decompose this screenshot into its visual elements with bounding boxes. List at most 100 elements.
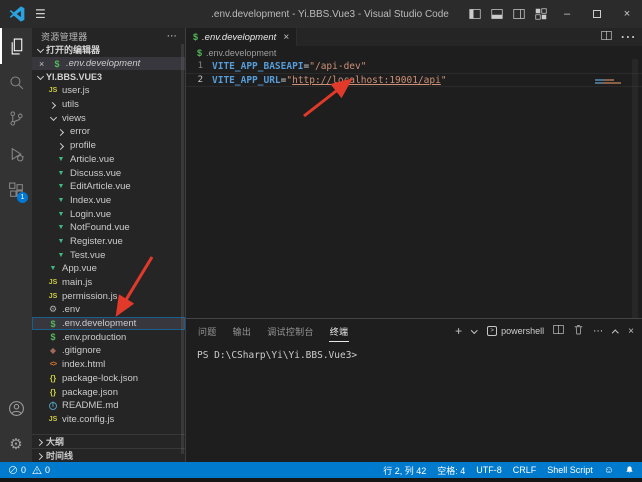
tree-item-Article.vue[interactable]: ▼Article.vue [32, 153, 185, 167]
tree-item-label: Test.vue [70, 250, 105, 261]
split-terminal-icon[interactable] [553, 324, 564, 338]
sidebar-title: 资源管理器 [41, 30, 88, 43]
toggle-secondary-sidebar-icon[interactable] [508, 0, 530, 28]
editor-more-actions-icon[interactable]: ⋯ [620, 27, 636, 47]
tree-item-.env.production[interactable]: $.env.production [32, 330, 185, 344]
vue-icon: ▼ [58, 197, 65, 204]
maximize-panel-icon[interactable] [612, 328, 619, 335]
open-editor-item[interactable]: × $ .env.development [32, 57, 185, 71]
minimize-button[interactable]: – [552, 0, 582, 28]
panel-tab-终端[interactable]: 终端 [329, 321, 350, 342]
minimap[interactable] [595, 79, 629, 85]
customize-layout-icon[interactable] [530, 0, 552, 28]
explorer-sidebar: 资源管理器 ⋯ 打开的编辑器 × $ .env.development YI.B… [32, 28, 186, 462]
toggle-sidebar-icon[interactable] [464, 0, 486, 28]
tree-item-.gitignore[interactable]: ◆.gitignore [32, 344, 185, 358]
tree-item-permission.js[interactable]: JSpermission.js [32, 289, 185, 303]
sidebar-scrollbar[interactable] [181, 44, 184, 454]
tree-item-profile[interactable]: profile [32, 139, 185, 153]
tree-item-Login.vue[interactable]: ▼Login.vue [32, 207, 185, 221]
chevron-right-icon [57, 128, 65, 136]
tree-item-utils[interactable]: utils [32, 98, 185, 112]
tree-item-EditArticle.vue[interactable]: ▼EditArticle.vue [32, 180, 185, 194]
tree-item-label: Login.vue [70, 209, 111, 220]
status-item[interactable]: CRLF [513, 464, 537, 477]
toggle-panel-icon[interactable] [486, 0, 508, 28]
tree-item-label: Article.vue [70, 154, 114, 165]
tab-env-development[interactable]: $ .env.development × [186, 28, 297, 46]
feedback-smiley-icon[interactable]: ☺ [604, 465, 614, 476]
panel-tab-调试控制台[interactable]: 调试控制台 [266, 321, 315, 341]
tree-item-label: .env [62, 304, 80, 315]
editor-scrollbar[interactable] [632, 59, 638, 318]
extensions-icon[interactable]: 1 [0, 172, 32, 208]
tree-item-Discuss.vue[interactable]: ▼Discuss.vue [32, 166, 185, 180]
status-item[interactable]: 空格: 4 [437, 464, 465, 477]
source-control-icon[interactable] [0, 100, 32, 136]
settings-gear-icon[interactable]: ⚙ [0, 426, 32, 462]
close-icon[interactable]: × [39, 59, 48, 69]
tree-item-label: Register.vue [70, 236, 123, 247]
sidebar-section-大纲[interactable]: 大纲 [32, 434, 185, 448]
terminal-output[interactable]: PS D:\CSharp\Yi\Yi.BBS.Vue3> [186, 343, 642, 462]
vue-icon: ▼ [58, 183, 65, 190]
notifications-bell-icon[interactable] [625, 465, 634, 475]
tree-item-.env[interactable]: ⚙.env [32, 303, 185, 317]
search-icon[interactable] [0, 64, 32, 100]
tree-item-package.json[interactable]: {}package.json [32, 385, 185, 399]
project-section[interactable]: YI.BBS.VUE3 [32, 70, 185, 84]
panel-tab-问题[interactable]: 问题 [197, 321, 218, 341]
close-panel-icon[interactable]: × [628, 326, 634, 337]
panel-more-actions-icon[interactable]: ⋯ [593, 326, 603, 337]
code-editor[interactable]: 1VITE_APP_BASEAPI="/api-dev"2VITE_APP_UR… [186, 59, 642, 318]
shellscript-icon: $ [197, 48, 202, 58]
breadcrumb[interactable]: $ .env.development [186, 46, 642, 59]
tree-item-Test.vue[interactable]: ▼Test.vue [32, 248, 185, 262]
tree-item-label: main.js [62, 277, 92, 288]
terminal-instance-powershell[interactable]: > powershell [487, 326, 544, 336]
terminal-profile-dropdown-icon[interactable] [471, 328, 478, 335]
tree-item-error[interactable]: error [32, 125, 185, 139]
chevron-right-icon [57, 142, 65, 150]
sidebar-bottom-sections: 大纲时间线 [32, 434, 185, 462]
close-window-button[interactable]: × [612, 0, 642, 28]
tree-item-package-lock.json[interactable]: {}package-lock.json [32, 372, 185, 386]
explorer-icon[interactable] [0, 28, 32, 64]
tree-item-.env.development[interactable]: $.env.development [32, 317, 185, 331]
terminal-icon: > [487, 326, 497, 336]
tree-item-README.md[interactable]: iREADME.md [32, 399, 185, 413]
window-title: .env.development - Yi.BBS.Vue3 - Visual … [188, 9, 472, 20]
tree-item-vite.config.js[interactable]: JSvite.config.js [32, 413, 185, 427]
tree-item-label: user.js [62, 85, 89, 96]
editor-tab-bar: $ .env.development × ⋯ [186, 28, 642, 46]
status-item[interactable]: Shell Script [547, 464, 593, 477]
maximize-button[interactable] [582, 0, 612, 28]
run-debug-icon[interactable] [0, 136, 32, 172]
status-item[interactable]: UTF-8 [476, 464, 502, 477]
tree-item-main.js[interactable]: JSmain.js [32, 276, 185, 290]
close-tab-icon[interactable]: × [283, 32, 289, 43]
new-terminal-icon[interactable]: + [455, 324, 462, 338]
tree-item-App.vue[interactable]: ▼App.vue [32, 262, 185, 276]
url-link[interactable]: http://localhost:19001/api [292, 75, 441, 86]
tree-item-Register.vue[interactable]: ▼Register.vue [32, 235, 185, 249]
tree-item-index.html[interactable]: <>index.html [32, 358, 185, 372]
kill-terminal-icon[interactable] [573, 324, 584, 338]
more-actions-icon[interactable]: ⋯ [167, 31, 177, 42]
open-editors-section[interactable]: 打开的编辑器 [32, 43, 185, 57]
split-editor-icon[interactable] [601, 28, 612, 46]
tree-item-user.js[interactable]: JSuser.js [32, 84, 185, 98]
html-icon: <> [50, 361, 56, 368]
menu-icon[interactable]: ☰ [35, 7, 46, 21]
code-line-2[interactable]: 2VITE_APP_URL="http://localhost:19001/ap… [186, 73, 642, 87]
line-number: 2 [186, 75, 212, 85]
tree-item-NotFound.vue[interactable]: ▼NotFound.vue [32, 221, 185, 235]
panel-tab-输出[interactable]: 输出 [232, 321, 253, 341]
tree-item-Index.vue[interactable]: ▼Index.vue [32, 194, 185, 208]
code-line-1[interactable]: 1VITE_APP_BASEAPI="/api-dev" [186, 59, 642, 73]
sidebar-section-时间线[interactable]: 时间线 [32, 448, 185, 462]
account-icon[interactable] [0, 390, 32, 426]
status-item[interactable]: 行 2, 列 42 [383, 464, 426, 477]
tree-item-views[interactable]: views [32, 111, 185, 125]
problems-status[interactable]: 0 0 [8, 465, 50, 475]
